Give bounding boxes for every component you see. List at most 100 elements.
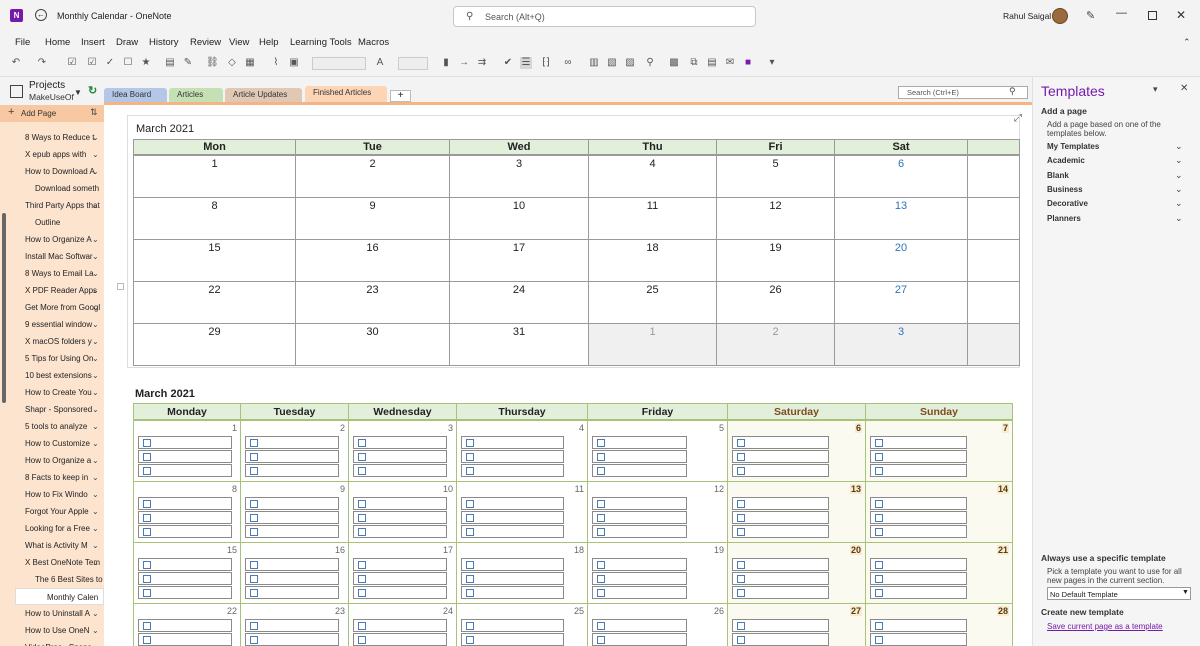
todo-checkbox[interactable] [597, 622, 605, 630]
todo-checkbox[interactable] [875, 622, 883, 630]
expand-chevron-icon[interactable]: ⌄ [92, 197, 99, 214]
cal1-day-cell[interactable]: 1 [588, 323, 717, 366]
image-icon[interactable]: ▩ [668, 57, 680, 69]
expand-chevron-icon[interactable]: ⌄ [92, 146, 99, 163]
page-list-item[interactable]: 5 Tips for Using On ⌄ [0, 350, 104, 367]
todo-line[interactable] [353, 450, 447, 463]
todo-line[interactable] [245, 586, 339, 599]
page-list-item[interactable]: Looking for a Free ⌄ [0, 520, 104, 537]
todo-checkbox[interactable] [358, 500, 366, 508]
todo-line[interactable] [732, 619, 829, 632]
cal1-day-cell[interactable] [967, 197, 1020, 240]
todo-checkbox[interactable] [250, 561, 258, 569]
page-list-item[interactable]: How to Use OneN ⌄ [0, 622, 104, 639]
todo-checkbox[interactable] [466, 467, 474, 475]
todo-line[interactable] [732, 464, 829, 477]
todo-line[interactable] [353, 497, 447, 510]
notebook-dropdown-icon[interactable]: ▼ [74, 88, 82, 97]
brackets-icon[interactable]: ⁅⁆ [540, 57, 552, 69]
expand-chevron-icon[interactable]: ⌄ [92, 316, 99, 333]
expand-chevron-icon[interactable]: ⌄ [92, 452, 99, 469]
todo-checkbox[interactable] [143, 528, 151, 536]
cal1-day-cell[interactable]: 27 [834, 281, 968, 324]
cal1-day-cell[interactable]: 3 [449, 155, 589, 198]
category-chevron-icon[interactable]: ⌄ [1175, 170, 1183, 181]
pin-icon[interactable]: ⚲ [644, 57, 656, 69]
add-page-button[interactable]: + Add Page ⇅ [0, 105, 104, 122]
menu-draw[interactable]: Draw [116, 37, 138, 48]
todo-checkbox[interactable] [358, 575, 366, 583]
todo-line[interactable] [870, 436, 967, 449]
page-list-item[interactable]: 8 Ways to Reduce t ⌄ [0, 129, 104, 146]
picture-icon[interactable]: ▣ [288, 57, 300, 69]
todo-checkbox[interactable] [737, 636, 745, 644]
todo-checkbox[interactable] [737, 500, 745, 508]
cal1-day-cell[interactable] [967, 239, 1020, 282]
expand-chevron-icon[interactable]: ⌄ [92, 299, 99, 316]
page-list-item[interactable]: How to Organize A ⌄ [0, 231, 104, 248]
templates-close-icon[interactable]: ✕ [1180, 83, 1188, 94]
todo-checkbox[interactable] [597, 453, 605, 461]
todo-checkbox[interactable] [875, 514, 883, 522]
todo-checkbox[interactable] [737, 622, 745, 630]
todo-line[interactable] [138, 558, 232, 571]
cal1-day-cell[interactable]: 9 [295, 197, 450, 240]
todo-line[interactable] [353, 511, 447, 524]
todo-checkbox[interactable] [358, 453, 366, 461]
notebook-name[interactable]: Projects [29, 80, 65, 91]
todo-checkbox[interactable] [466, 636, 474, 644]
cal1-day-cell[interactable]: 24 [449, 281, 589, 324]
note-icon[interactable]: ✉ [724, 57, 736, 69]
todo-line[interactable] [461, 497, 564, 510]
todo-checkbox[interactable] [358, 589, 366, 597]
todo-checkbox[interactable] [143, 453, 151, 461]
page-list-item[interactable]: 9 essential window ⌄ [0, 316, 104, 333]
todo-checkbox[interactable] [875, 589, 883, 597]
cal1-day-cell[interactable]: 18 [588, 239, 717, 282]
cal1-day-cell[interactable]: 19 [716, 239, 835, 282]
todo-checkbox[interactable] [875, 439, 883, 447]
collapse-ribbon-icon[interactable]: ⌃ [1183, 37, 1191, 48]
user-name[interactable]: Rahul Saigal [1003, 11, 1051, 21]
pen-icon[interactable]: ✎ [1086, 9, 1095, 22]
todo-checkbox[interactable] [597, 467, 605, 475]
notebook-icon[interactable] [10, 85, 23, 98]
category-chevron-icon[interactable]: ⌄ [1175, 141, 1183, 152]
align-icon[interactable]: ☰ [520, 57, 532, 69]
todo-line[interactable] [870, 525, 967, 538]
todo-checkbox[interactable] [737, 467, 745, 475]
cal1-day-cell[interactable]: 25 [588, 281, 717, 324]
add-section-button[interactable]: + [390, 90, 411, 102]
category-chevron-icon[interactable]: ⌄ [1175, 155, 1183, 166]
menu-history[interactable]: History [149, 37, 179, 48]
todo-checkbox[interactable] [466, 453, 474, 461]
save-template-link[interactable]: Save current page as a template [1047, 622, 1163, 631]
todo-line[interactable] [461, 586, 564, 599]
page-list-item[interactable]: 8 Ways to Email La ⌄ [0, 265, 104, 282]
todo-line[interactable] [245, 633, 339, 646]
page-list-item[interactable]: X epub apps with ⌄ [0, 146, 104, 163]
todo-line[interactable] [732, 525, 829, 538]
cal1-day-cell[interactable]: 3 [834, 323, 968, 366]
todo-line[interactable] [245, 464, 339, 477]
expand-chevron-icon[interactable]: ⌄ [92, 282, 99, 299]
todo-line[interactable] [138, 572, 232, 585]
page-list-item[interactable]: 5 tools to analyze ⌄ [0, 418, 104, 435]
todo-line[interactable] [870, 572, 967, 585]
arrow-right-icon[interactable]: → [458, 57, 470, 69]
todo-line[interactable] [245, 497, 339, 510]
template-category[interactable]: Business [1047, 185, 1083, 194]
todo-line[interactable] [870, 464, 967, 477]
cal1-day-cell[interactable] [967, 281, 1020, 324]
menu-help[interactable]: Help [259, 37, 279, 48]
template-category[interactable]: Blank [1047, 171, 1069, 180]
todo-line[interactable] [592, 572, 687, 585]
todo-checkbox[interactable] [737, 453, 745, 461]
layout-icon[interactable]: ▥ [588, 57, 600, 69]
onenote-icon[interactable]: ■ [742, 57, 754, 69]
todo-checkbox[interactable] [466, 528, 474, 536]
clipboard-icon[interactable]: ▮ [440, 57, 452, 69]
expand-chevron-icon[interactable]: ⌄ [92, 350, 99, 367]
view-icon[interactable]: ▧ [606, 57, 618, 69]
todo-line[interactable] [138, 450, 232, 463]
